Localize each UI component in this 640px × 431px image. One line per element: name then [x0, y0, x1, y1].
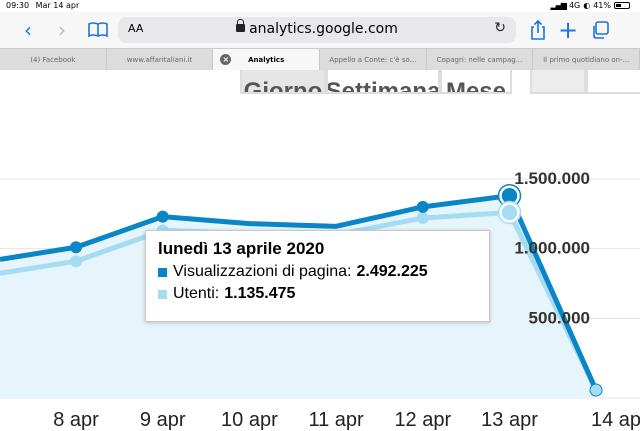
tab-label: Appello a Conte: c'è so...: [329, 56, 417, 64]
orientation-lock-icon: ◐: [583, 1, 591, 10]
tabs-icon[interactable]: [588, 18, 612, 42]
highlight-point-users: [499, 202, 520, 223]
signal-icon: ▂▄▆: [550, 1, 567, 10]
tab-label: Copagri: nelle campag...: [436, 56, 523, 64]
tab-facebook[interactable]: (4) Facebook: [0, 49, 107, 71]
tooltip-date: lunedì 13 aprile 2020: [158, 239, 325, 258]
y-tick-label: 1.500.000: [514, 169, 590, 188]
bookmarks-icon[interactable]: [86, 18, 110, 42]
back-icon[interactable]: ‹: [16, 18, 40, 42]
x-tick-label: 12 apr: [394, 409, 451, 431]
status-time-date: 09:30 Mar 14 apr: [6, 1, 79, 10]
data-point-pageviews: [70, 241, 82, 254]
tab-label: www.affaritaliani.it: [126, 56, 193, 64]
tooltip-pageviews-label: Visualizzazioni di pagina:: [173, 263, 352, 280]
data-point-users: [70, 255, 82, 268]
tooltip-pageviews-value: 2.492.225: [356, 263, 428, 280]
x-tick-label: 9 apr: [140, 409, 186, 431]
forward-icon[interactable]: ›: [50, 18, 74, 42]
tooltip-row-users: Utenti: 1.135.475: [158, 285, 489, 303]
data-point-pageviews: [156, 210, 169, 223]
status-bar: 09:30 Mar 14 apr ▂▄▆ 4G ◐ 41%: [0, 0, 640, 12]
x-tick-label: 14 ap: [591, 409, 640, 431]
tab-copagri[interactable]: Copagri: nelle campag...: [427, 49, 534, 71]
tab-appello-conte[interactable]: Appello a Conte: c'è so...: [320, 49, 427, 71]
x-tick-label: 8 apr: [53, 409, 99, 431]
tooltip-users-value: 1.135.475: [224, 285, 296, 302]
y-tick-label: 1.000.000: [514, 239, 590, 258]
tab-primo-quotidiano[interactable]: Il primo quotidiano on-...: [533, 49, 640, 71]
lock-icon: [236, 19, 246, 32]
status-date: Mar 14 apr: [35, 1, 80, 10]
reload-icon[interactable]: ↻: [494, 20, 506, 36]
url-text: analytics.google.com: [249, 21, 398, 37]
tab-label: (4) Facebook: [30, 56, 76, 64]
close-tab-icon[interactable]: ×: [220, 54, 232, 65]
x-tick-label: 11 apr: [308, 409, 364, 431]
data-point-pageviews: [416, 200, 429, 213]
data-point-end: [589, 383, 603, 397]
network-label: 4G: [568, 1, 581, 10]
tooltip-users-label: Utenti:: [173, 285, 220, 302]
battery-percent: 41%: [593, 1, 611, 10]
battery-icon: [614, 2, 630, 9]
x-tick-label: 10 apr: [221, 409, 278, 431]
share-icon[interactable]: [526, 18, 550, 42]
users-swatch: [158, 289, 167, 299]
status-indicators: ▂▄▆ 4G ◐ 41%: [550, 1, 630, 10]
status-time: 09:30: [6, 1, 30, 10]
pageviews-swatch: [158, 267, 167, 277]
tooltip-row-pageviews: Visualizzazioni di pagina: 2.492.225: [158, 263, 489, 281]
browser-toolbar: ‹ › AA analytics.google.com ↻ +: [0, 12, 640, 48]
data-point-users: [416, 212, 429, 225]
url-display[interactable]: analytics.google.com: [118, 19, 516, 37]
tab-strip: (4) Facebook www.affaritaliani.it × Anal…: [0, 48, 640, 71]
chart-tooltip: lunedì 13 aprile 2020 Visualizzazioni di…: [145, 230, 490, 322]
tab-affaritaliani[interactable]: www.affaritaliani.it: [107, 49, 214, 71]
tab-analytics[interactable]: × Analytics: [213, 49, 321, 71]
tab-label: Analytics: [248, 56, 285, 64]
x-tick-label: 13 apr: [481, 409, 538, 431]
address-bar[interactable]: AA analytics.google.com ↻: [118, 17, 516, 43]
y-tick-label: 500.000: [529, 308, 590, 327]
new-tab-icon[interactable]: +: [556, 18, 580, 42]
analytics-page: Giorno Settimana Mese 1.500.000 1.000.000…: [0, 70, 640, 431]
tab-label: Il primo quotidiano on-...: [543, 56, 630, 64]
